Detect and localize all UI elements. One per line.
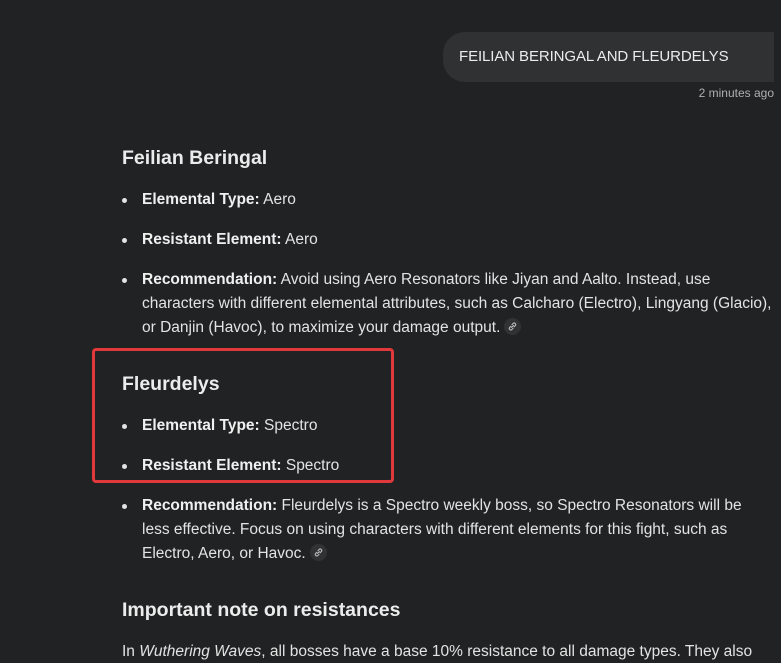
list-item: Recommendation: Fleurdelys is a Spectro …	[122, 494, 772, 566]
source-link-button[interactable]	[504, 318, 522, 335]
note-suffix: , all bosses have a base 10% resistance …	[261, 643, 753, 660]
section-heading-resistances: Important note on resistances	[122, 599, 401, 621]
item-text: Aero	[259, 191, 296, 208]
item-label: Recommendation:	[142, 271, 278, 288]
user-message-bubble: FEILIAN BERINGAL AND FLEURDELYS	[443, 32, 774, 82]
item-text: Aero	[281, 231, 318, 248]
source-link-button[interactable]	[309, 544, 327, 561]
item-label: Resistant Element:	[142, 231, 282, 248]
message-timestamp: 2 minutes ago	[698, 86, 774, 100]
note-game-title: Wuthering Waves	[139, 643, 262, 660]
resistance-note-paragraph: In Wuthering Waves, all bosses have a ba…	[122, 640, 781, 663]
link-icon	[509, 322, 517, 331]
note-prefix: In	[122, 643, 140, 660]
link-icon	[314, 548, 322, 557]
chat-page: FEILIAN BERINGAL AND FLEURDELYS 2 minute…	[0, 0, 781, 663]
highlight-annotation-box	[92, 348, 394, 483]
item-label: Recommendation:	[142, 497, 278, 514]
item-label: Elemental Type:	[142, 191, 260, 208]
user-message-text: FEILIAN BERINGAL AND FLEURDELYS	[459, 48, 729, 65]
list-item: Resistant Element: Aero	[122, 228, 772, 252]
list-item: Elemental Type: Aero	[122, 188, 772, 212]
section-heading-feilian-beringal: Feilian Beringal	[122, 147, 268, 169]
list-item: Recommendation: Avoid using Aero Resonat…	[122, 268, 772, 340]
